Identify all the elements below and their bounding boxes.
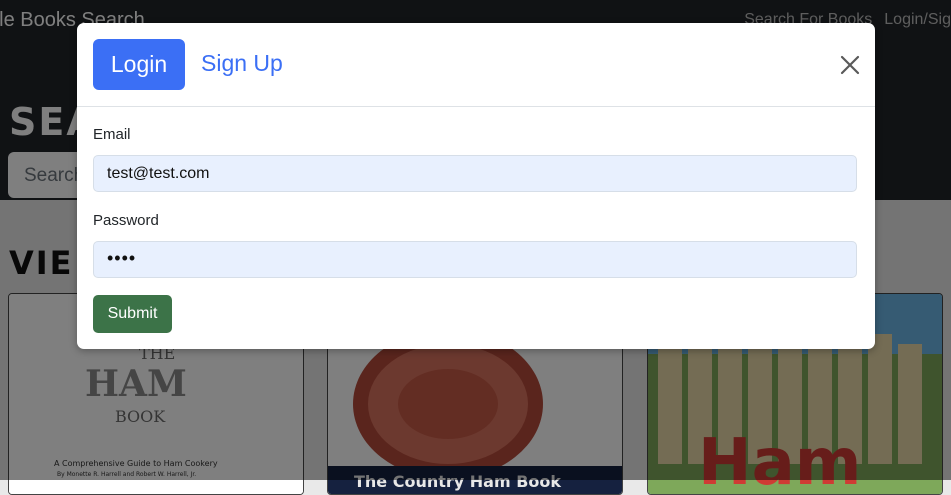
login-modal: Login Sign Up Email test@test.com Passwo… [77, 23, 875, 349]
email-field[interactable]: test@test.com [93, 155, 857, 192]
submit-button[interactable]: Submit [93, 295, 172, 333]
close-button[interactable] [838, 53, 862, 77]
tab-signup[interactable]: Sign Up [201, 50, 283, 77]
password-field[interactable]: •••• [93, 241, 857, 278]
password-value: •••• [107, 248, 137, 268]
tab-login[interactable]: Login [93, 39, 185, 90]
close-icon [840, 55, 860, 75]
email-label: Email [93, 126, 131, 143]
modal-header: Login Sign Up [77, 23, 875, 107]
email-value: test@test.com [107, 165, 210, 182]
password-label: Password [93, 212, 159, 229]
